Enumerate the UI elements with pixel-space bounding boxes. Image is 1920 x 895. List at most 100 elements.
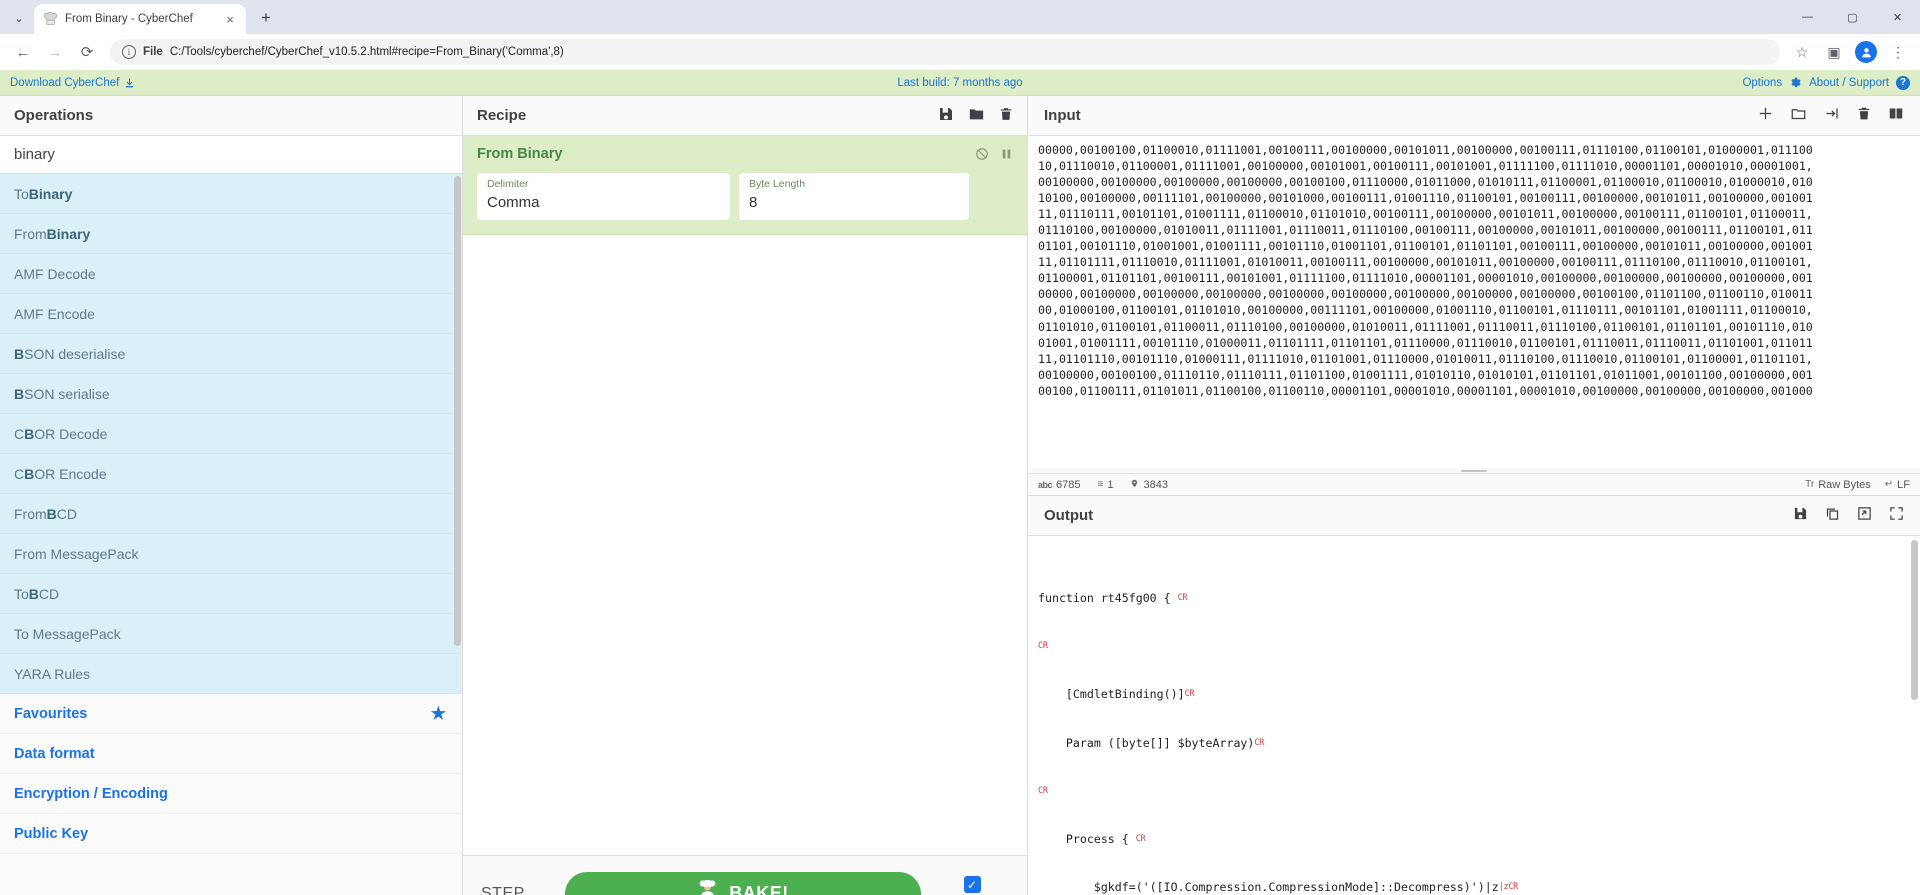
output-scrollbar[interactable] — [1911, 540, 1918, 700]
op-result-bson-deserialise[interactable]: B SON deserialise — [0, 334, 462, 374]
output-line: Param ([byte[]] $byteArray)CR — [1038, 735, 1265, 750]
recipe-operation-name: From Binary — [477, 146, 563, 162]
op-label-match: B — [24, 425, 35, 442]
download-cyberchef-label: Download CyberChef — [10, 76, 120, 89]
browser-tab[interactable]: From Binary - CyberChef × — [34, 4, 246, 34]
input-status-bar: abc 6785 ≡ 1 3843 Tr Raw Bytes ↵ LF — [1028, 473, 1920, 495]
arg-delimiter-label: Delimiter — [487, 178, 529, 190]
input-textarea[interactable]: 00000,00100100,01100010,01111001,0010011… — [1028, 136, 1920, 468]
breakpoint-pause-icon[interactable] — [1000, 147, 1013, 164]
recipe-operations-list[interactable]: From Binary Delimiter Comma Byte Length … — [463, 136, 1027, 855]
open-file-as-input-icon[interactable] — [1824, 106, 1840, 125]
category-data-format[interactable]: Data format — [0, 734, 462, 774]
star-icon[interactable]: ★ — [431, 704, 446, 724]
recipe-header: Recipe — [463, 96, 1027, 136]
category-public-key[interactable]: Public Key — [0, 814, 462, 854]
op-result-from-messagepack[interactable]: From MessagePack — [0, 534, 462, 574]
output-textarea[interactable]: function rt45fg00 { CR CR [CmdletBinding… — [1028, 536, 1920, 895]
input-status-right: Tr Raw Bytes ↵ LF — [1805, 479, 1910, 491]
category-encryption-encoding[interactable]: Encryption / Encoding — [0, 774, 462, 814]
category-label: Favourites — [14, 705, 88, 722]
category-favourites[interactable]: Favourites ★ — [0, 694, 462, 734]
disable-operation-icon[interactable] — [975, 147, 989, 164]
op-result-to-binary[interactable]: To Binary — [0, 174, 462, 214]
op-label-pre: From MessagePack — [14, 545, 139, 562]
maximise-output-icon[interactable] — [1889, 506, 1904, 525]
toolbar-right-actions: ☆ ▣ ⋮ — [1788, 38, 1912, 66]
clear-recipe-icon[interactable] — [999, 106, 1013, 126]
download-cyberchef-link[interactable]: Download CyberChef — [10, 77, 135, 89]
op-label-pre: From — [14, 505, 47, 522]
input-eol-stat[interactable]: ↵ LF — [1885, 479, 1910, 491]
op-result-from-bcd[interactable]: From B CD — [0, 494, 462, 534]
input-charenc-value: Raw Bytes — [1818, 478, 1871, 491]
new-tab-icon[interactable]: + — [252, 4, 280, 32]
op-result-to-messagepack[interactable]: To MessagePack — [0, 614, 462, 654]
input-length-stat: abc 6785 — [1038, 479, 1081, 491]
last-build-info: Last build: 7 months ago — [0, 77, 1920, 89]
op-result-amf-encode[interactable]: AMF Encode — [0, 294, 462, 334]
op-label-post: OR Decode — [34, 425, 108, 442]
input-charenc-stat[interactable]: Tr Raw Bytes — [1805, 479, 1871, 491]
add-input-tab-icon[interactable] — [1758, 106, 1773, 125]
tab-search-icon[interactable]: ⌄ — [6, 5, 32, 31]
reload-icon[interactable]: ⟳ — [72, 37, 102, 67]
output-line: Process { CR — [1038, 831, 1146, 846]
arg-byte-length[interactable]: Byte Length 8 — [739, 173, 969, 220]
op-label-match: B — [46, 505, 57, 522]
op-label-match: Binary — [28, 185, 73, 202]
clear-io-icon[interactable] — [1857, 106, 1871, 125]
op-label-match: B — [28, 585, 39, 602]
options-label[interactable]: Options — [1742, 77, 1782, 89]
arg-delimiter[interactable]: Delimiter Comma — [477, 173, 730, 220]
op-result-to-bcd[interactable]: To B CD — [0, 574, 462, 614]
browser-tabstrip: ⌄ From Binary - CyberChef × + — ▢ ✕ — [0, 0, 1920, 34]
close-window-icon[interactable]: ✕ — [1875, 0, 1920, 34]
recipe-operation-from-binary[interactable]: From Binary Delimiter Comma Byte Length … — [463, 136, 1027, 235]
maximize-window-icon[interactable]: ▢ — [1830, 0, 1875, 34]
copy-output-icon[interactable] — [1825, 506, 1840, 525]
text-format-icon: Tr — [1805, 479, 1815, 490]
address-bar[interactable]: i File C:/Tools/cyberchef/CyberChef_v10.… — [110, 39, 1780, 65]
op-result-from-binary[interactable]: From Binary — [0, 214, 462, 254]
recipe-title: Recipe — [477, 107, 527, 124]
op-result-cbor-decode[interactable]: C B OR Decode — [0, 414, 462, 454]
info-icon[interactable]: i — [122, 45, 136, 59]
category-label: Data format — [14, 745, 95, 762]
download-icon — [124, 77, 135, 89]
op-result-cbor-encode[interactable]: C B OR Encode — [0, 454, 462, 494]
auto-bake-toggle[interactable]: ✓ Auto Bake — [935, 876, 1009, 895]
save-recipe-icon[interactable] — [938, 106, 954, 126]
close-tab-icon[interactable]: × — [222, 11, 238, 27]
minimize-window-icon[interactable]: — — [1785, 0, 1830, 34]
input-position-value: 3843 — [1143, 478, 1168, 491]
input-panel: Input 00000,00100100,01100010,01111001,0… — [1028, 96, 1920, 496]
step-button[interactable]: STEP — [481, 885, 551, 895]
bookmark-star-icon[interactable]: ☆ — [1788, 38, 1816, 66]
op-result-yara-rules[interactable]: YARA Rules — [0, 654, 462, 694]
profile-avatar-icon[interactable] — [1852, 38, 1880, 66]
search-input[interactable] — [0, 136, 462, 174]
forward-icon[interactable]: → — [40, 37, 70, 67]
last-build-label: Last build: 7 months ago — [897, 76, 1023, 89]
side-panel-icon[interactable]: ▣ — [1820, 38, 1848, 66]
recipe-operation-args: Delimiter Comma Byte Length 8 — [477, 173, 1013, 220]
open-folder-icon[interactable] — [1790, 106, 1807, 125]
reset-pane-layout-icon[interactable] — [1888, 106, 1904, 125]
about-support-label[interactable]: About / Support — [1809, 77, 1889, 89]
bake-button[interactable]: BAKE! — [565, 871, 921, 895]
op-label-post: SON deserialise — [24, 345, 126, 362]
load-recipe-icon[interactable] — [968, 106, 985, 126]
op-result-amf-decode[interactable]: AMF Decode — [0, 254, 462, 294]
op-label-pre: AMF Encode — [14, 305, 95, 322]
auto-bake-checkbox[interactable]: ✓ — [963, 876, 981, 893]
gear-icon[interactable] — [1789, 76, 1802, 89]
help-question-icon[interactable]: ? — [1896, 75, 1910, 90]
back-icon[interactable]: ← — [8, 37, 38, 67]
replace-input-icon[interactable] — [1857, 506, 1872, 525]
browser-menu-icon[interactable]: ⋮ — [1884, 38, 1912, 66]
save-output-icon[interactable] — [1793, 506, 1808, 525]
bake-label: BAKE! — [729, 883, 789, 895]
op-result-bson-serialise[interactable]: B SON serialise — [0, 374, 462, 414]
operations-scrollbar[interactable] — [454, 176, 461, 646]
